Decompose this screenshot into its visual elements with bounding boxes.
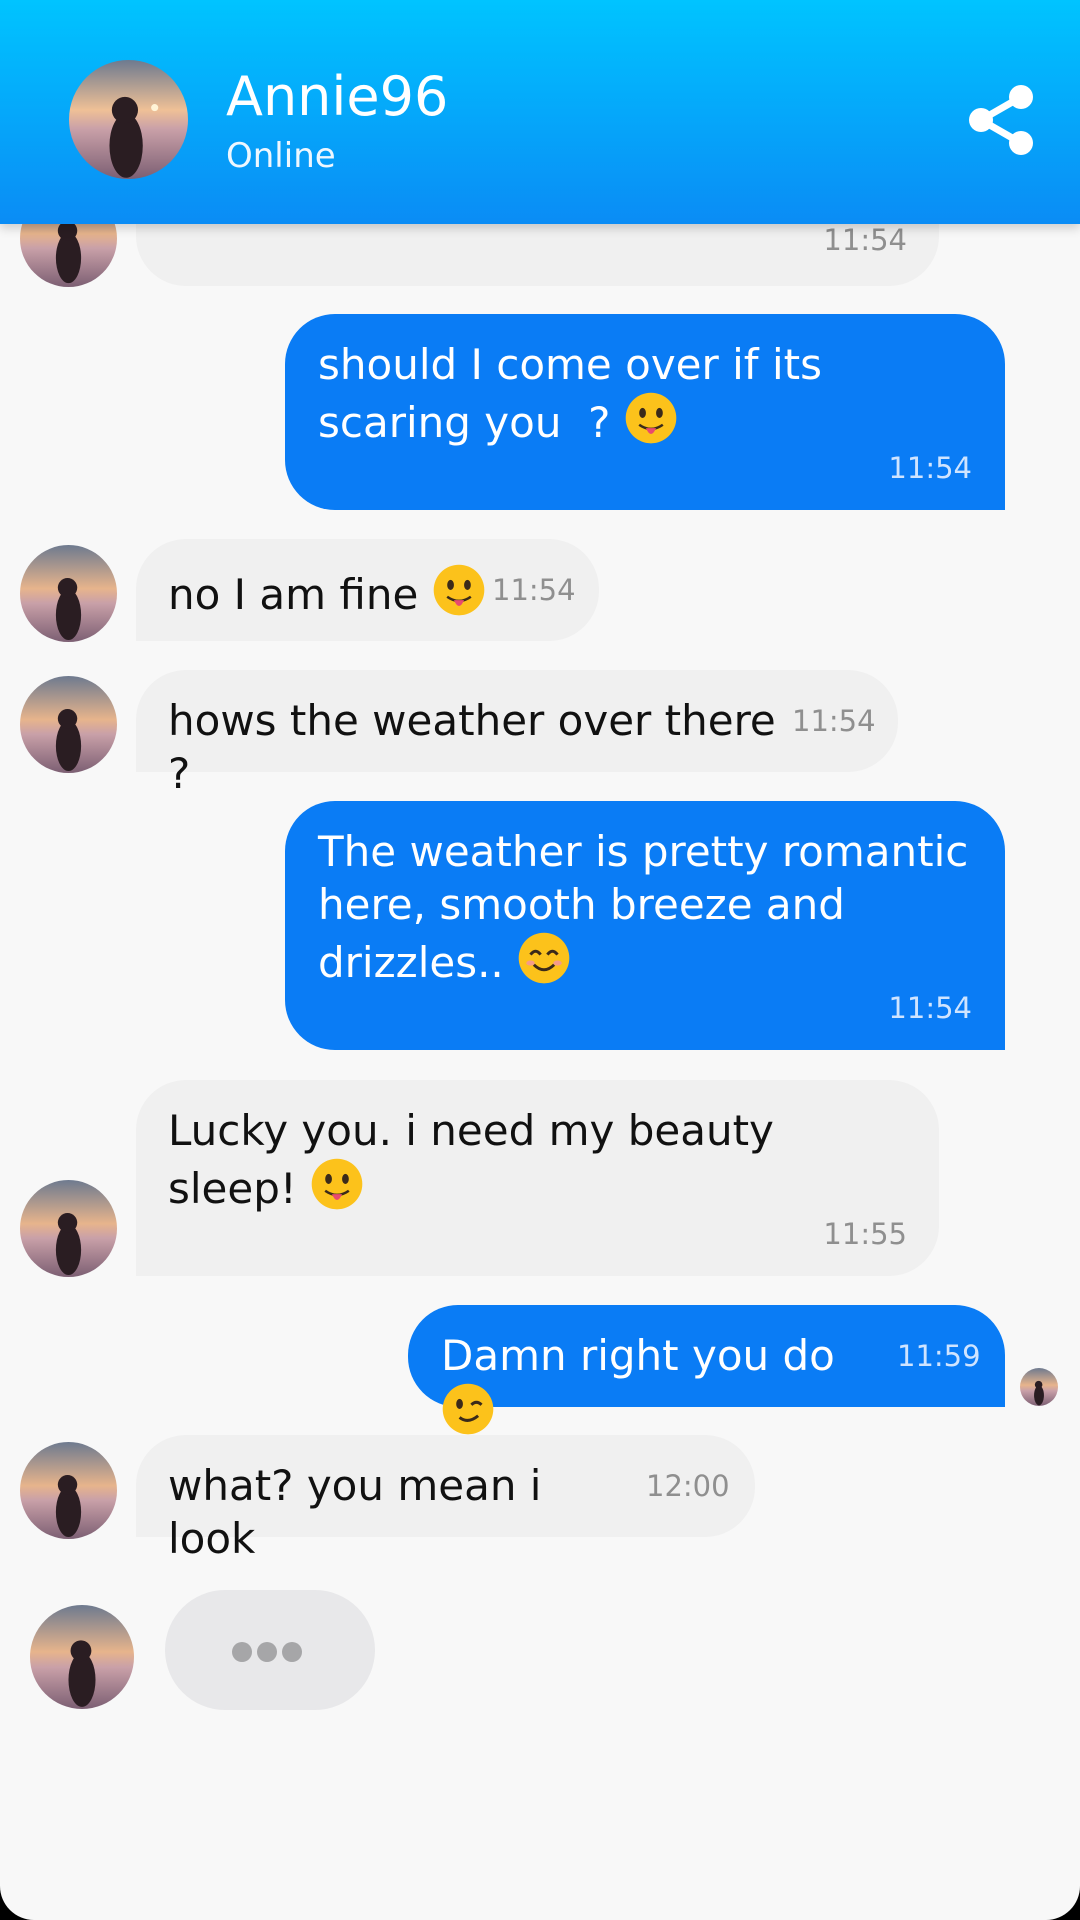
message-time: 12:00 (646, 1469, 730, 1503)
message-text: should I come over if its scaring you ? (318, 340, 836, 447)
message-bubble[interactable]: hows the weather over there ? 11:54 (136, 670, 898, 798)
avatar-image (20, 1180, 117, 1277)
message-time: 11:54 (792, 704, 876, 738)
typing-indicator (165, 1590, 375, 1710)
contact-avatar[interactable] (20, 1442, 117, 1539)
chat-header: Annie96 Online (0, 0, 1080, 224)
avatar-image (69, 60, 188, 179)
header-avatar[interactable] (69, 60, 188, 179)
message-text: The weather is pretty romantic here, smo… (318, 827, 982, 987)
share-button[interactable] (966, 84, 1036, 156)
message-bubble[interactable]: what? you mean i look 12:00 (136, 1435, 755, 1563)
tongue-emoji-icon (433, 564, 484, 616)
contact-avatar[interactable] (20, 545, 117, 642)
avatar-image (1020, 1368, 1058, 1406)
contact-avatar[interactable] (30, 1605, 134, 1709)
contact-name: Annie96 (226, 65, 449, 128)
contact-status: Online (226, 136, 336, 176)
message-text: no I am fine (168, 563, 488, 621)
message-bubble[interactable]: Damn right you do 11:59 (408, 1305, 1005, 1435)
tongue-emoji-icon (625, 392, 677, 444)
typing-dot (282, 1642, 302, 1662)
contact-avatar[interactable] (20, 676, 117, 773)
avatar-image (20, 676, 117, 773)
message-text: hows the weather over there ? (168, 696, 790, 798)
tongue-emoji-icon (311, 1158, 363, 1210)
share-icon (969, 85, 1033, 155)
chat-screen: 11:54 should I come over if its scaring … (0, 0, 1080, 1920)
message-text: Lucky you. i need my beauty sleep! (168, 1106, 788, 1213)
message-text: what? you mean i look (168, 1461, 555, 1563)
message-time: 11:54 (888, 991, 972, 1025)
smile-emoji-icon (518, 932, 570, 984)
message-bubble[interactable]: The weather is pretty romantic here, smo… (285, 801, 1005, 1050)
seen-avatar (1020, 1368, 1058, 1406)
message-time: 11:55 (823, 1217, 907, 1251)
message-time: 11:59 (897, 1339, 981, 1373)
avatar-image (20, 1442, 117, 1539)
message-time: 11:54 (492, 573, 576, 607)
message-bubble[interactable]: Lucky you. i need my beauty sleep! 11:55 (136, 1080, 939, 1276)
message-text: Damn right you do (441, 1329, 891, 1440)
avatar-image (30, 1605, 134, 1709)
typing-dot (232, 1642, 252, 1662)
avatar-image (20, 545, 117, 642)
typing-dot (257, 1642, 277, 1662)
contact-avatar[interactable] (20, 1180, 117, 1277)
message-bubble[interactable]: no I am fine 11:54 (136, 539, 599, 641)
wink-emoji-icon (442, 1383, 494, 1435)
message-bubble[interactable]: should I come over if its scaring you ? … (285, 314, 1005, 510)
message-time: 11:54 (888, 451, 972, 485)
message-time: 11:54 (823, 223, 907, 257)
